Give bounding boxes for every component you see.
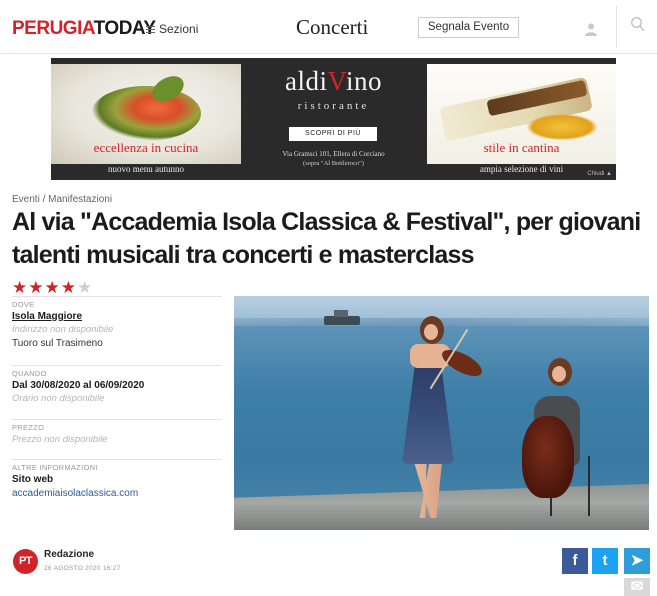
where-place-link[interactable]: Isola Maggiore [12, 311, 222, 322]
site-logo[interactable]: PERUGIATODAY [12, 18, 156, 40]
rating-stars: ★★★★★ [12, 279, 93, 296]
sections-label: Sezioni [159, 22, 199, 36]
star-icon: ★ [44, 278, 61, 297]
ad-brand-part1: aldi [285, 66, 328, 96]
email-share-icon[interactable]: ✉ [624, 578, 650, 596]
website-label: Sito web [12, 474, 54, 485]
star-icon: ★ [60, 278, 77, 297]
ad-brand-name: aldiVino [241, 66, 426, 97]
ad-address-note: (sopra "Al Bottleroco") [303, 160, 364, 167]
advertisement-banner[interactable]: eccellenza in cucina nuovo menu autunno … [51, 58, 616, 180]
ad-brand-part2: ino [345, 66, 382, 96]
photo-boat [324, 310, 360, 325]
publish-date: 26 AGOSTO 2020 16:27 [44, 565, 121, 572]
ad-brand-v: V [327, 66, 346, 96]
ad-address: Via Gramsci 101, Ellera di Corciano [282, 150, 385, 158]
ad-dish [91, 86, 201, 141]
price-value: Prezzo non disponibile [12, 434, 108, 445]
when-time: Orario non disponibile [12, 393, 105, 404]
facebook-share-icon[interactable]: f [562, 548, 588, 574]
ad-subtitle: ristorante [297, 100, 370, 112]
article-title: Al via "Accademia Isola Classica & Festi… [12, 208, 641, 269]
website-link[interactable]: accademiaisolaclassica.com [12, 488, 222, 499]
author-avatar: PT [13, 549, 38, 574]
hamburger-icon [146, 25, 155, 33]
site-header: PERUGIATODAY Sezioni Concerti Segnala Ev… [0, 0, 657, 54]
when-dates: Dal 30/08/2020 al 06/09/2020 [12, 380, 145, 391]
where-address: Indirizzo non disponibile [12, 324, 114, 335]
info-where: DOVE Isola Maggiore Indirizzo non dispon… [12, 296, 222, 349]
photo-cello [522, 416, 574, 498]
sections-menu-button[interactable]: Sezioni [146, 22, 198, 36]
price-label: PREZZO [12, 423, 45, 432]
ad-left-caption: eccellenza in cucina [93, 140, 199, 155]
star-icon: ★ [28, 278, 45, 297]
photo-violinist-dress [402, 364, 454, 464]
section-title: Concerti [296, 15, 369, 39]
user-icon[interactable] [584, 22, 598, 36]
info-when: QUANDO Dal 30/08/2020 al 06/09/2020 Orar… [12, 365, 222, 404]
where-label: DOVE [12, 300, 35, 309]
star-icon: ★ [12, 278, 29, 297]
breadcrumb[interactable]: Eventi / Manifestazioni [12, 194, 112, 205]
ad-sauce [527, 114, 597, 140]
ad-discover-button[interactable]: SCOPRI DI PIÙ [289, 127, 377, 141]
when-label: QUANDO [12, 369, 47, 378]
signal-event-button[interactable]: Segnala Evento [418, 17, 519, 38]
photo-violinist-face [424, 324, 438, 340]
info-price: PREZZO Prezzo non disponibile [12, 419, 222, 445]
twitter-share-icon[interactable]: t [592, 548, 618, 574]
header-divider [616, 6, 617, 48]
info-more: ALTRE INFORMAZIONI Sito web accademiaiso… [12, 459, 222, 499]
ad-close-button[interactable]: Chiudi ▲ [587, 171, 612, 177]
photo-cellist-face [552, 366, 566, 382]
ad-left-subcaption: nuovo menu autunno [108, 164, 184, 174]
more-info-label: ALTRE INFORMAZIONI [12, 463, 98, 472]
event-photo [234, 296, 649, 530]
ad-right-caption: stile in cantina [483, 140, 560, 155]
star-empty-icon: ★ [77, 278, 94, 297]
search-icon[interactable] [630, 16, 646, 34]
telegram-share-icon[interactable]: ➤ [624, 548, 650, 574]
logo-part-perugia: PERUGIA [12, 18, 94, 39]
author-name[interactable]: Redazione [44, 549, 94, 560]
where-city: Tuoro sul Trasimeno [12, 338, 103, 349]
